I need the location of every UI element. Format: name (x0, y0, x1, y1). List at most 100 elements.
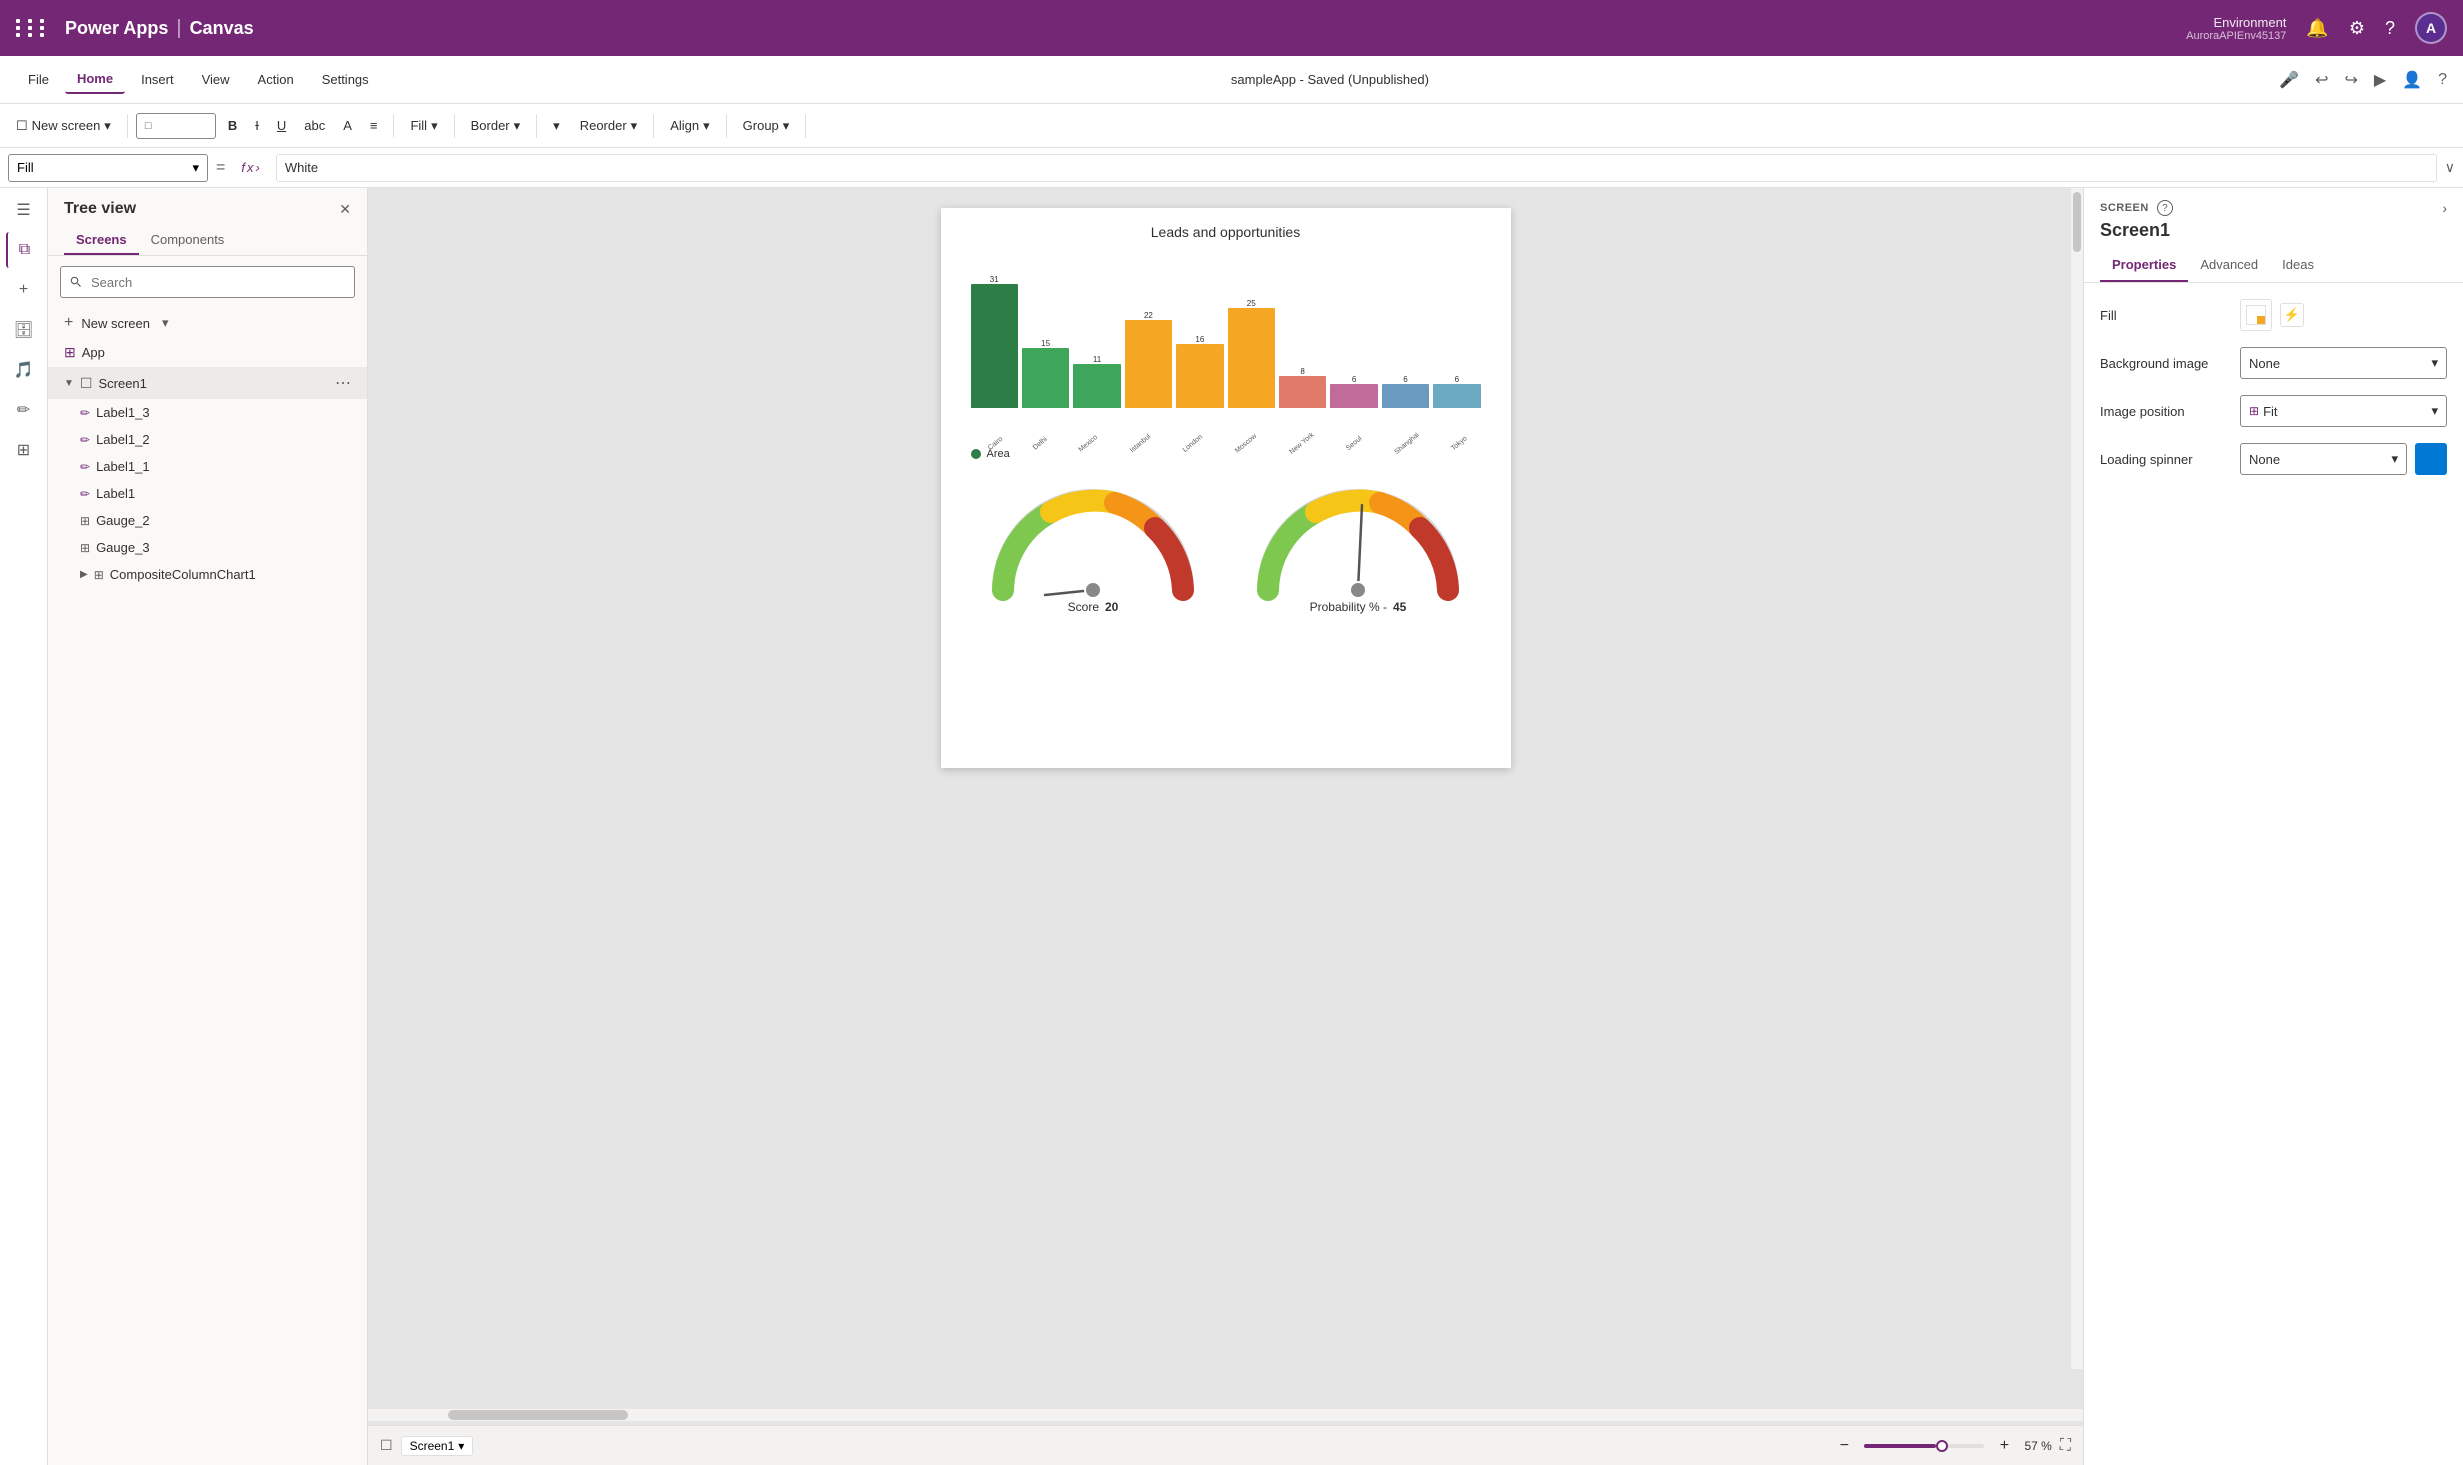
horizontal-scrollbar[interactable] (368, 1409, 2083, 1421)
bar-moscow-bar (1228, 308, 1275, 408)
bar-labels: Cairo Delhi Mexico Istanbul London Mosco… (971, 439, 1481, 448)
screen-badge[interactable]: Screen1 ▾ (401, 1436, 474, 1456)
formula-input[interactable] (276, 154, 2437, 182)
app-title: sampleApp - Saved (Unpublished) (1231, 72, 1429, 87)
bar-newyork: 8 (1279, 367, 1326, 408)
layers-icon[interactable]: ⧉ (6, 232, 42, 268)
group-button[interactable]: Group ▾ (735, 114, 798, 138)
tree-item-label1-1[interactable]: ✏ Label1_1 (48, 453, 367, 480)
notification-icon[interactable]: 🔔 (2306, 18, 2328, 39)
tree-panel: Tree view ✕ Screens Components + New scr… (48, 188, 368, 1465)
coach-icon[interactable]: 🎤 (2279, 70, 2299, 90)
reorder-button[interactable]: Reorder ▾ (572, 114, 646, 138)
tab-screens[interactable]: Screens (64, 226, 139, 255)
align-button2[interactable]: Align ▾ (662, 114, 717, 138)
tab-ideas[interactable]: Ideas (2270, 249, 2326, 282)
media-icon[interactable]: 🎵 (6, 352, 42, 388)
person-icon[interactable]: 👤 (2402, 70, 2422, 90)
fullscreen-icon[interactable]: ⛶ (2060, 1437, 2071, 1455)
tree-item-gauge2[interactable]: ⊞ Gauge_2 (48, 507, 367, 534)
brush-icon[interactable]: ✏ (6, 392, 42, 428)
canvas-scroll: Leads and opportunities 31 15 11 (368, 188, 2083, 1409)
zoom-minus-button[interactable]: − (1832, 1434, 1856, 1458)
settings-icon[interactable]: ⚙ (2349, 18, 2365, 39)
dropdown-arrow-button[interactable]: ▾ (545, 114, 568, 138)
fill-box[interactable]: □ (136, 113, 216, 139)
property-dropdown[interactable]: Fill ▾ (8, 154, 208, 182)
new-screen-button[interactable]: ☐ New screen ▾ (8, 114, 119, 138)
screen1-more-icon[interactable]: ⋯ (335, 373, 351, 393)
background-image-dropdown[interactable]: None ▾ (2240, 347, 2447, 379)
menu-home[interactable]: Home (65, 65, 125, 94)
bar-london: 16 (1176, 335, 1223, 408)
tree-item-chart1[interactable]: ▶ ⊞ CompositeColumnChart1 (48, 561, 367, 588)
loading-spinner-dropdown[interactable]: None ▾ (2240, 443, 2407, 475)
horizontal-scrollbar-thumb[interactable] (448, 1410, 628, 1420)
background-image-label: Background image (2100, 356, 2240, 371)
zoom-slider[interactable] (1864, 1444, 1984, 1448)
border-button[interactable]: Border ▾ (463, 114, 529, 138)
add-icon[interactable]: + (6, 272, 42, 308)
label-icon2: ✏ (80, 433, 90, 447)
fx-arrow: › (255, 160, 259, 175)
menubar: File Home Insert View Action Settings sa… (0, 56, 2463, 104)
tab-properties[interactable]: Properties (2100, 249, 2188, 282)
menu-file[interactable]: File (16, 66, 61, 93)
vertical-scrollbar[interactable] (2071, 188, 2083, 1369)
gauge1-label-row: Score 20 (1068, 600, 1119, 614)
right-panel-header: SCREEN ? › (2084, 188, 2463, 216)
tree-item-app[interactable]: ⊞ App (48, 338, 367, 367)
right-panel-tabs: Properties Advanced Ideas (2084, 249, 2463, 283)
menu-action[interactable]: Action (246, 66, 306, 93)
zoom-plus-button[interactable]: + (1992, 1434, 2016, 1458)
menu-settings[interactable]: Settings (310, 66, 381, 93)
fill-color-box[interactable] (2240, 299, 2272, 331)
italic-button[interactable]: I (247, 114, 267, 137)
new-screen-item[interactable]: + New screen ▾ (48, 308, 367, 338)
play-icon[interactable]: ▶ (2374, 70, 2386, 90)
bold-button[interactable]: B (220, 114, 245, 137)
avatar[interactable]: A (2415, 12, 2447, 44)
tree-close-icon[interactable]: ✕ (339, 201, 351, 218)
screen1-label: Screen1 (98, 376, 146, 391)
hamburger-menu-icon[interactable]: ☰ (6, 192, 42, 228)
right-panel-expand-icon[interactable]: › (2442, 200, 2447, 216)
underline-button[interactable]: U (269, 114, 294, 137)
tree-item-screen1[interactable]: ▼ ☐ Screen1 ⋯ (48, 367, 367, 399)
menu-insert[interactable]: Insert (129, 66, 186, 93)
expand-icon[interactable]: ∨ (2445, 159, 2455, 176)
help-circle-icon[interactable]: ? (2157, 200, 2173, 216)
strikethrough-button[interactable]: abc (296, 114, 333, 137)
zoom-slider-thumb[interactable] (1936, 1440, 1948, 1452)
image-position-icon: ⊞ (2249, 404, 2259, 418)
bar-cairo-value: 31 (990, 275, 999, 284)
help-icon[interactable]: ? (2385, 18, 2395, 39)
redo-icon[interactable]: ↪ (2344, 70, 2357, 90)
tree-item-label1-3[interactable]: ✏ Label1_3 (48, 399, 367, 426)
undo-icon[interactable]: ↩ (2315, 70, 2328, 90)
tree-item-label1-2[interactable]: ✏ Label1_2 (48, 426, 367, 453)
tab-advanced[interactable]: Advanced (2188, 249, 2270, 282)
vertical-scrollbar-thumb[interactable] (2073, 192, 2081, 252)
brand-type: Canvas (190, 18, 254, 39)
bar-istanbul-value: 22 (1144, 311, 1153, 320)
tab-components[interactable]: Components (139, 226, 237, 255)
font-color-button[interactable]: A (335, 114, 360, 137)
apps-grid-icon[interactable] (16, 19, 49, 37)
fill-magic-button[interactable]: ⚡ (2280, 303, 2304, 327)
gauge2-wrap: Probability % - 45 (1248, 480, 1468, 614)
search-input[interactable] (60, 266, 355, 298)
formula-fx: f x › (233, 160, 267, 175)
screen-badge-chevron-icon: ▾ (458, 1439, 464, 1453)
data-icon[interactable]: 🗄 (6, 312, 42, 348)
fill-button[interactable]: Fill ▾ (402, 114, 445, 138)
loading-spinner-color-box[interactable] (2415, 443, 2447, 475)
bar-delhi-value: 15 (1041, 339, 1050, 348)
menu-view[interactable]: View (190, 66, 242, 93)
tree-item-gauge3[interactable]: ⊞ Gauge_3 (48, 534, 367, 561)
image-position-dropdown[interactable]: ⊞ Fit ▾ (2240, 395, 2447, 427)
align-button[interactable]: ≡ (362, 114, 386, 137)
components-icon[interactable]: ⊞ (6, 432, 42, 468)
help-menu-icon[interactable]: ? (2438, 71, 2447, 89)
tree-item-label1[interactable]: ✏ Label1 (48, 480, 367, 507)
